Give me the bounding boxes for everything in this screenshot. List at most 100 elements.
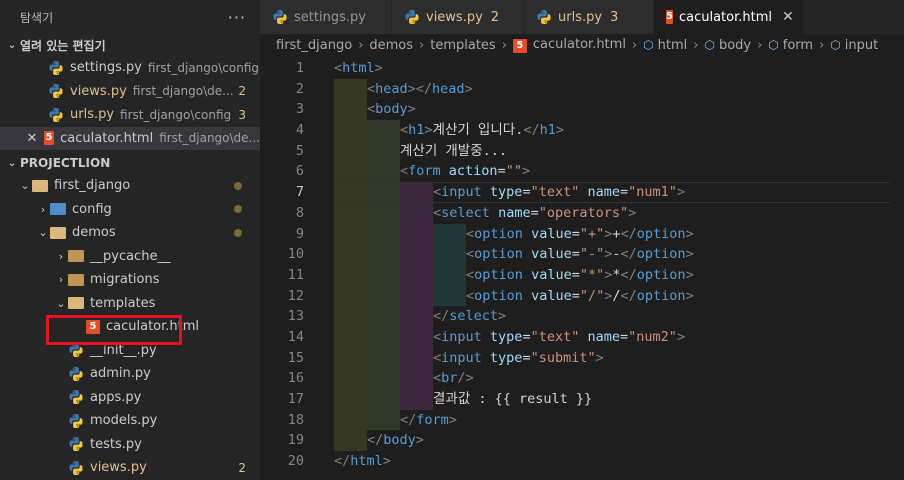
breadcrumb-separator-icon: ›: [631, 37, 638, 53]
indent-guide: [400, 347, 433, 369]
python-icon: [404, 9, 420, 25]
breadcrumb-item[interactable]: 5 caculator.html: [512, 37, 626, 53]
more-actions-icon[interactable]: ···: [228, 8, 246, 27]
problem-count-badge: 2: [238, 460, 246, 475]
open-editor-item[interactable]: settings.py first_django\config: [0, 56, 260, 80]
code-token: </: [433, 308, 450, 325]
code-content[interactable]: </html>: [334, 451, 904, 472]
code-content[interactable]: 계산기 개발중...: [334, 140, 904, 162]
code-content[interactable]: <option value="-">-</option>: [334, 244, 904, 265]
code-line: 5 계산기 개발중...: [260, 140, 904, 162]
open-editor-item[interactable]: urls.py first_django\config 3: [0, 103, 260, 127]
code-token: option: [636, 225, 686, 242]
code-content[interactable]: <input type="submit">: [334, 347, 904, 369]
code-token: br: [441, 370, 458, 387]
code-content[interactable]: <h1>계산기 입니다.</h1>: [334, 120, 904, 141]
close-icon[interactable]: ✕: [26, 131, 38, 146]
tree-item[interactable]: › config: [0, 198, 260, 222]
code-editor[interactable]: 1 <html> 2 <head></head> 3 <body> 4 <h1>계산기 입니다…: [260, 58, 904, 480]
code-text: <body>: [367, 101, 416, 117]
tab-caculator-html[interactable]: 5 caculator.html ✕: [654, 0, 804, 34]
open-editors-list: settings.py first_django\config views.py fi…: [0, 56, 260, 150]
project-section[interactable]: ⌄ PROJECTLION: [0, 152, 260, 174]
code-token: >: [676, 328, 686, 345]
code-text: </select>: [433, 308, 506, 324]
tab-label: settings.py: [294, 9, 366, 25]
code-content[interactable]: <form action="">: [334, 161, 904, 183]
folder-open-icon: [50, 226, 66, 239]
code-token: "num2": [628, 328, 677, 345]
breadcrumb-item[interactable]: templates: [430, 38, 495, 53]
code-token: option: [474, 225, 523, 242]
code-content[interactable]: <option value="/">/</option>: [334, 285, 904, 307]
line-number: 13: [287, 308, 304, 325]
code-token: >: [685, 266, 694, 283]
chevron-down-icon: ⌄: [7, 157, 17, 169]
breadcrumb-item[interactable]: ⬡ form: [768, 38, 813, 53]
tree-item[interactable]: models.py: [0, 409, 260, 433]
tree-item[interactable]: apps.py: [0, 386, 260, 410]
code-token: =: [530, 204, 539, 221]
code-text: </html>: [334, 453, 391, 469]
breadcrumb-item[interactable]: ⬡ html: [643, 38, 687, 53]
tree-item[interactable]: tests.py: [0, 433, 260, 457]
open-editor-item[interactable]: ✕ 5 caculator.html first_django\de...: [0, 126, 260, 150]
code-content[interactable]: 결과값 : {{ result }}: [334, 389, 904, 410]
code-content[interactable]: <option value="*">*</option>: [334, 264, 904, 286]
breadcrumb-label: form: [782, 37, 814, 53]
breadcrumb-item[interactable]: demos: [369, 38, 413, 53]
code-token: form: [416, 411, 449, 428]
tree-item[interactable]: views.py 2: [0, 456, 260, 480]
project-title: PROJECTLION: [20, 156, 111, 170]
code-content[interactable]: </body>: [334, 430, 904, 452]
code-text: </body>: [367, 432, 424, 448]
breadcrumb-label: demos: [369, 37, 414, 53]
code-token: </: [523, 122, 540, 139]
breadcrumb-separator-icon: ›: [501, 37, 507, 53]
code-content[interactable]: </form>: [334, 409, 904, 431]
open-editor-item[interactable]: views.py first_django\de... 2: [0, 80, 260, 104]
tab-settings-py[interactable]: settings.py: [260, 0, 392, 34]
code-content[interactable]: <br/>: [334, 368, 904, 389]
breadcrumb-item[interactable]: ⬡ body: [704, 38, 751, 53]
code-content[interactable]: <input type="text" name="num2">: [334, 326, 904, 348]
code-token: select: [441, 204, 490, 221]
tree-item[interactable]: ⌄ demos: [0, 221, 260, 245]
open-editor-path: first_django\config: [120, 107, 232, 122]
code-content[interactable]: <body>: [334, 99, 904, 121]
code-content[interactable]: <select name="operators">: [334, 202, 904, 224]
symbol-element-icon: ⬡: [768, 37, 779, 52]
tree-item[interactable]: ⌄ first_django: [0, 174, 260, 198]
code-token: value: [531, 246, 572, 263]
python-icon: [536, 9, 552, 25]
tree-item[interactable]: admin.py: [0, 362, 260, 386]
close-icon[interactable]: ✕: [782, 9, 794, 25]
code-token: <: [367, 80, 376, 97]
tab-views-py[interactable]: views.py 2: [392, 0, 524, 34]
indent-guide: [334, 430, 367, 452]
chevron-down-icon: ⌄: [20, 179, 30, 193]
code-content[interactable]: <html>: [334, 58, 904, 79]
code-token: *: [612, 266, 621, 283]
code-line: 10 <option value="-">-</option>: [260, 244, 904, 265]
tab-urls-py[interactable]: urls.py 3: [524, 0, 654, 34]
breadcrumb-item[interactable]: first_django: [276, 38, 352, 53]
tree-item[interactable]: › __pycache__: [0, 245, 260, 269]
code-line: 16 <br/>: [260, 368, 904, 389]
tree-item[interactable]: › migrations: [0, 268, 260, 292]
open-editors-section[interactable]: ⌄ 열려 있는 편집기: [0, 34, 260, 56]
code-content[interactable]: </select>: [334, 306, 904, 327]
code-line: 17 결과값 : {{ result }}: [260, 389, 904, 410]
breadcrumb-item[interactable]: ⬡ input: [830, 38, 878, 53]
tree-item-label: migrations: [90, 272, 160, 288]
code-token: <: [433, 370, 442, 387]
code-content[interactable]: <option value="+">+</option>: [334, 223, 904, 245]
code-content[interactable]: <head></head>: [334, 78, 904, 100]
tree-item[interactable]: ⌄ templates: [0, 292, 260, 316]
indent-guide: [400, 202, 433, 224]
code-content[interactable]: <input type="text" name="num1">: [334, 182, 904, 203]
